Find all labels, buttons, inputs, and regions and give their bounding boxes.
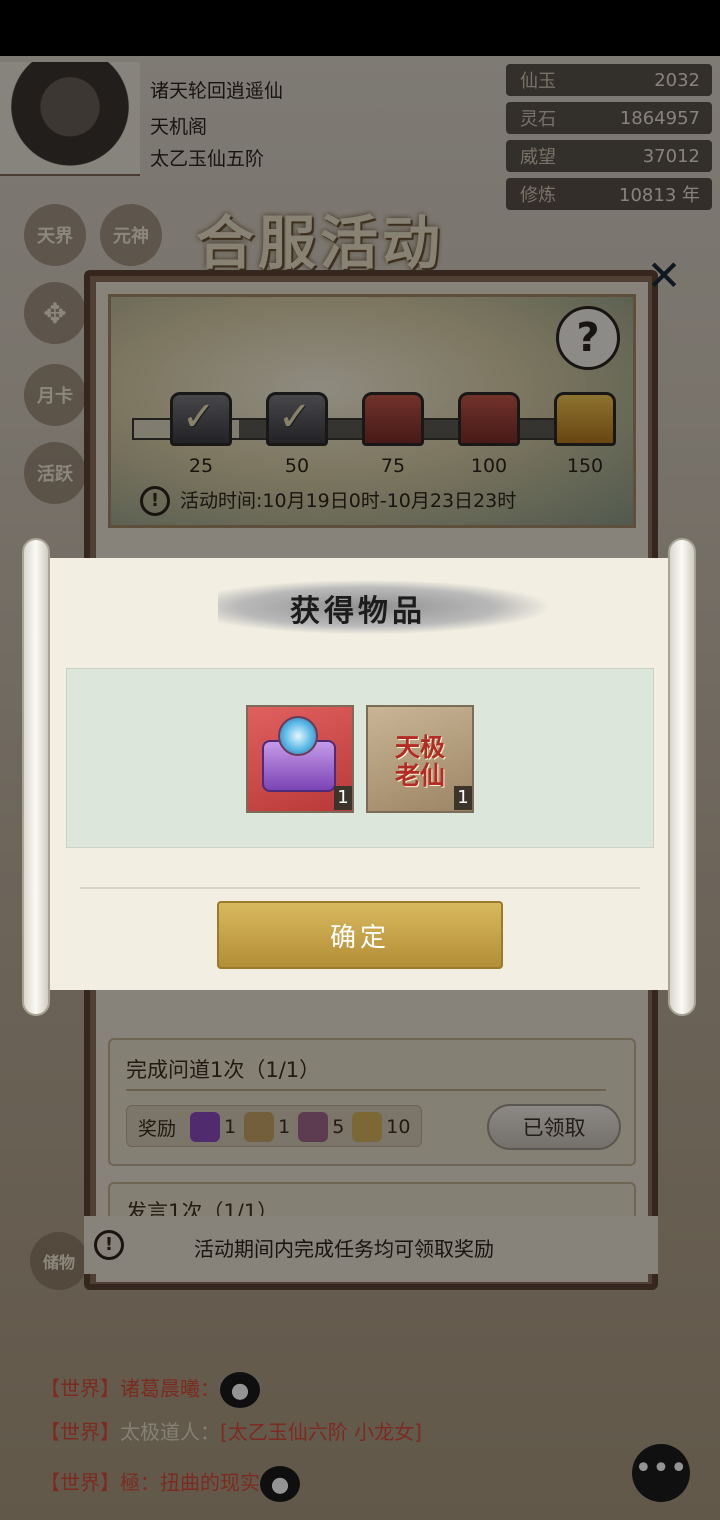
dialog-divider: [80, 887, 640, 889]
item-count: 1: [334, 786, 352, 810]
item-area: [66, 668, 654, 848]
item-count: 1: [454, 786, 472, 810]
scroll-roll-right: [668, 538, 696, 1016]
orb-icon: [278, 716, 318, 756]
status-bar: [0, 0, 720, 56]
dialog-title: 获得物品: [290, 594, 426, 629]
confirm-button[interactable]: 确定: [217, 901, 503, 969]
item-title-text: 天极 老仙: [394, 733, 445, 790]
scroll-roll-left: [22, 538, 50, 1016]
